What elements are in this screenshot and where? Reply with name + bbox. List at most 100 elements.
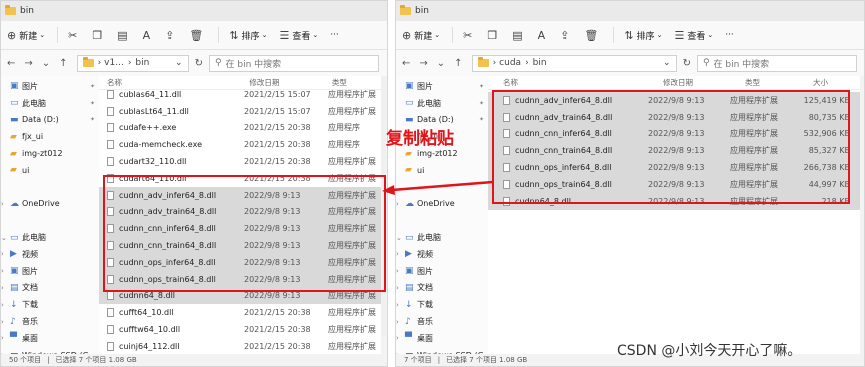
back-icon[interactable]: ← (402, 58, 410, 69)
pin-icon[interactable]: ✦ (90, 100, 95, 107)
nav-item[interactable]: › ▤ 文档 (1, 280, 99, 297)
column-header-name[interactable]: 名称 (488, 77, 663, 88)
chevron-icon[interactable]: › (396, 200, 405, 208)
nav-item[interactable]: ⌄ ▭ 此电脑 (1, 229, 99, 246)
nav-item[interactable]: › ▀ 桌面 (1, 330, 99, 347)
file-row[interactable]: cufftw64_10.dll 2021/2/15 20:38 应用程序扩展 (99, 321, 381, 338)
nav-item[interactable]: ▰ fjx_ui (1, 128, 99, 145)
file-row[interactable]: cuda-memcheck.exe 2021/2/15 20:38 应用程序 (99, 136, 381, 153)
copy-button[interactable]: ❐ (487, 29, 500, 42)
nav-item[interactable]: ▭ 此电脑 ✦ (1, 95, 99, 112)
nav-item[interactable]: › ♪ 音乐 (396, 313, 488, 330)
share-button[interactable]: ⇪ (560, 29, 572, 42)
file-row[interactable]: cuinj64_112.dll 2021/2/15 20:38 应用程序扩展 (99, 338, 381, 354)
forward-icon[interactable]: → (419, 58, 427, 69)
pin-icon[interactable]: ✦ (479, 100, 484, 107)
nav-item[interactable]: ⌄ ▭ 此电脑 (396, 229, 488, 246)
chevron-icon[interactable]: › (396, 250, 405, 258)
chevron-icon[interactable]: › (396, 334, 405, 342)
file-row[interactable]: cufft64_10.dll 2021/2/15 20:38 应用程序扩展 (99, 304, 381, 321)
cut-button[interactable]: ✂ (463, 29, 475, 42)
pin-icon[interactable]: ✦ (479, 83, 484, 90)
file-type: 应用程序 (328, 123, 360, 133)
nav-item[interactable]: › ▣ 图片 (396, 263, 488, 280)
nav-item[interactable]: › ▀ 桌面 (396, 330, 488, 347)
view-button[interactable]: ☰ 查看 ⌄ (674, 29, 713, 42)
chevron-icon[interactable]: › (396, 318, 405, 326)
refresh-icon[interactable]: ↻ (195, 58, 203, 69)
column-header-size[interactable]: 大小 (813, 77, 858, 88)
rename-button[interactable]: A (538, 29, 549, 42)
column-header-type[interactable]: 类型 (745, 77, 813, 88)
address-bar[interactable]: › cuda › bin ⌄ (471, 54, 677, 72)
cut-button[interactable]: ✂ (68, 29, 80, 42)
delete-button[interactable]: 🗑 (584, 29, 601, 42)
pin-icon[interactable]: ✦ (479, 116, 484, 123)
rename-icon: A (537, 28, 546, 42)
chevron-icon[interactable]: ⌄ (396, 234, 405, 242)
chevron-icon[interactable]: ⌄ (1, 234, 10, 242)
nav-item[interactable]: › ♪ 音乐 (1, 313, 99, 330)
sort-button[interactable]: ⇅ 排序 ⌄ (624, 29, 662, 42)
recent-chevron-icon[interactable]: ⌄ (42, 58, 50, 69)
nav-item[interactable]: ▭ 此电脑 ✦ (396, 95, 488, 112)
nav-item[interactable]: › ↓ 下载 (396, 296, 488, 313)
chevron-icon[interactable]: › (396, 267, 405, 275)
address-dropdown-icon[interactable]: ⌄ (663, 58, 671, 68)
address-dropdown-icon[interactable]: ⌄ (175, 58, 183, 68)
nav-item[interactable]: › ☁ OneDrive (1, 196, 99, 213)
nav-item[interactable]: ›▬Windows-SSD (C (396, 347, 488, 354)
chevron-icon[interactable]: › (1, 334, 10, 342)
share-button[interactable]: ⇪ (165, 29, 177, 42)
chevron-icon[interactable]: › (396, 301, 405, 309)
chevron-icon[interactable]: › (1, 301, 10, 309)
forward-icon[interactable]: → (24, 58, 32, 69)
pin-icon[interactable]: ✦ (90, 116, 95, 123)
chevron-icon[interactable]: › (1, 318, 10, 326)
file-row[interactable]: cublasLt64_11.dll 2021/2/15 15:07 应用程序扩展 (99, 103, 381, 120)
nav-item[interactable]: › ▣ 图片 (1, 263, 99, 280)
search-input[interactable]: ⚲ 在 bin 中搜索 (696, 54, 857, 72)
new-button[interactable]: ⊕ 新建 ⌄ (402, 29, 440, 42)
more-button[interactable]: ··· (725, 30, 734, 40)
search-input[interactable]: ⚲ 在 bin 中搜索 (208, 54, 379, 72)
rename-button[interactable]: A (143, 29, 154, 42)
copy-button[interactable]: ❐ (92, 29, 105, 42)
sort-button[interactable]: ⇅ 排序 ⌄ (229, 29, 267, 42)
sort-icon: ⇅ (229, 28, 239, 42)
pin-icon[interactable]: ✦ (90, 83, 95, 90)
nav-item[interactable]: ▰ img-zt012 (1, 145, 99, 162)
paste-button[interactable]: ▤ (117, 29, 130, 42)
chevron-icon[interactable]: › (1, 267, 10, 275)
recent-chevron-icon[interactable]: ⌄ (437, 58, 445, 69)
nav-item[interactable]: › ↓ 下载 (1, 296, 99, 313)
delete-button[interactable]: 🗑 (189, 29, 206, 42)
more-button[interactable]: ··· (330, 30, 339, 40)
paste-button[interactable]: ▤ (512, 29, 525, 42)
chevron-icon[interactable]: › (1, 200, 10, 208)
up-icon[interactable]: ↑ (454, 58, 462, 69)
nav-item[interactable]: ▰ ui (1, 162, 99, 179)
file-type: 应用程序扩展 (328, 308, 376, 318)
chevron-icon[interactable]: › (1, 284, 10, 292)
file-row[interactable]: cudart32_110.dll 2021/2/15 20:38 应用程序扩展 (99, 153, 381, 170)
nav-item[interactable]: ▣ 图片 ✦ (396, 78, 488, 95)
nav-item[interactable]: ›▬Windows-SSD (C (1, 347, 99, 354)
back-icon[interactable]: ← (7, 58, 15, 69)
nav-item[interactable]: ▣ 图片 ✦ (1, 78, 99, 95)
refresh-icon[interactable]: ↻ (683, 58, 691, 69)
nav-item[interactable]: › ▤ 文档 (396, 280, 488, 297)
new-button[interactable]: ⊕ 新建 ⌄ (7, 29, 45, 42)
nav-item[interactable]: ▬ Data (D:) ✦ (1, 112, 99, 129)
address-bar[interactable]: › v1... › bin ⌄ (76, 54, 189, 72)
nav-item[interactable]: › ▶ 视频 (396, 246, 488, 263)
up-icon[interactable]: ↑ (59, 58, 67, 69)
file-row[interactable]: cublas64_11.dll 2021/2/15 15:07 应用程序扩展 (99, 86, 381, 103)
column-header-date[interactable]: 修改日期 (663, 77, 745, 88)
nav-item[interactable]: › ▶ 视频 (1, 246, 99, 263)
file-row[interactable]: cudafe++.exe 2021/2/15 20:38 应用程序 (99, 120, 381, 137)
chevron-icon[interactable]: › (396, 284, 405, 292)
nav-item[interactable]: › ☁ OneDrive (396, 196, 488, 213)
view-button[interactable]: ☰ 查看 ⌄ (279, 29, 318, 42)
chevron-icon[interactable]: › (1, 250, 10, 258)
